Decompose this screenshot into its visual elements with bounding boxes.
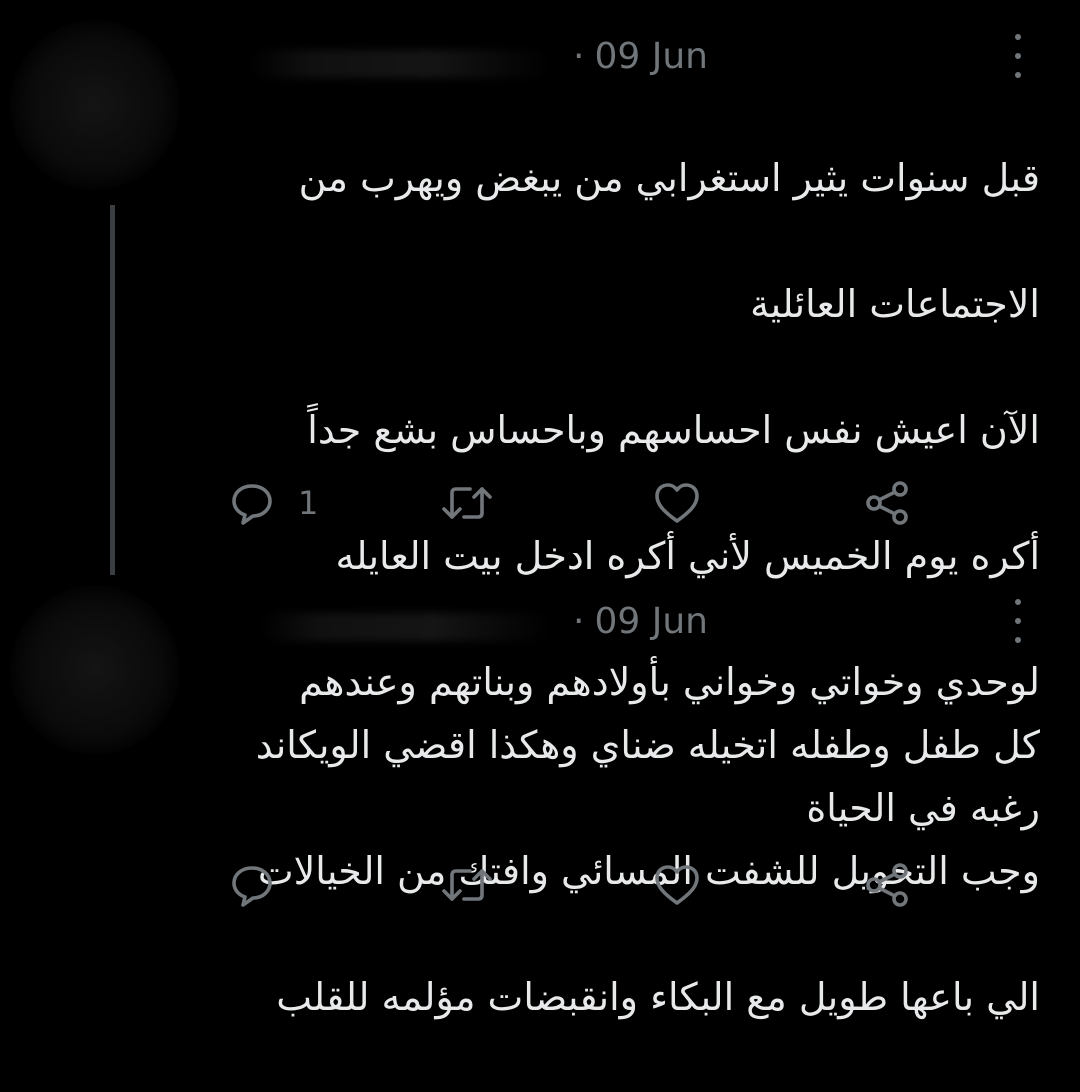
share-icon xyxy=(866,481,908,525)
tweet[interactable]: · 09 Jun قبل سنوات يثير استغرابي من يبغض … xyxy=(0,0,1080,830)
tweet-text-line: الآن اعيش نفس احساسهم وباحساس بشع جداً xyxy=(307,408,1040,452)
tweet-text-line: كل طفل وطفله اتخيله ضناي وهكذا اقضي الوي… xyxy=(255,723,1040,767)
meta-separator: · xyxy=(573,601,585,642)
tweet-text-line: الاجتماعات العائلية xyxy=(750,282,1040,326)
retweet-icon xyxy=(442,487,492,519)
more-options-icon[interactable] xyxy=(1006,34,1030,78)
meta-separator: · xyxy=(573,36,585,77)
tweet-text-line: أكره يوم الخميس لأني أكره ادخل بيت العاي… xyxy=(335,534,1040,578)
more-options-icon[interactable] xyxy=(1006,599,1030,643)
like-button[interactable] xyxy=(653,860,701,910)
retweet-icon xyxy=(442,869,492,901)
thread-connector-line xyxy=(110,205,115,575)
like-icon xyxy=(655,865,699,905)
reply-button[interactable]: 1 xyxy=(228,478,318,528)
avatar[interactable] xyxy=(10,585,180,755)
avatar[interactable] xyxy=(10,20,180,190)
tweet-actions xyxy=(228,860,928,910)
tweet-date[interactable]: 09 Jun xyxy=(594,601,708,642)
like-button[interactable] xyxy=(653,478,701,528)
tweet-date[interactable]: 09 Jun xyxy=(594,36,708,77)
reply-count: 1 xyxy=(298,484,319,522)
tweet-text-line: قبل سنوات يثير استغرابي من يبغض ويهرب من xyxy=(298,156,1040,200)
reply-icon xyxy=(232,866,272,907)
reply-button[interactable] xyxy=(228,860,298,910)
retweet-button[interactable] xyxy=(440,860,494,910)
like-icon xyxy=(655,483,699,523)
tweet-actions: 1 xyxy=(228,478,928,528)
tweet-meta: · 09 Jun xyxy=(573,36,708,77)
retweet-button[interactable] xyxy=(440,478,494,528)
tweet[interactable]: · 09 Jun كل طفل وطفله اتخيله ضناي وهكذا ا… xyxy=(0,585,1080,1019)
share-button[interactable] xyxy=(862,478,912,528)
share-button[interactable] xyxy=(862,860,912,910)
share-icon xyxy=(866,863,908,907)
tweet-text-line: الي باعها طويل مع البكاء وانقبضات مؤلمه … xyxy=(276,975,1040,1019)
author-name-redacted xyxy=(260,613,550,641)
reply-icon xyxy=(232,484,272,525)
author-name-redacted xyxy=(250,50,550,78)
tweet-meta: · 09 Jun xyxy=(573,601,708,642)
